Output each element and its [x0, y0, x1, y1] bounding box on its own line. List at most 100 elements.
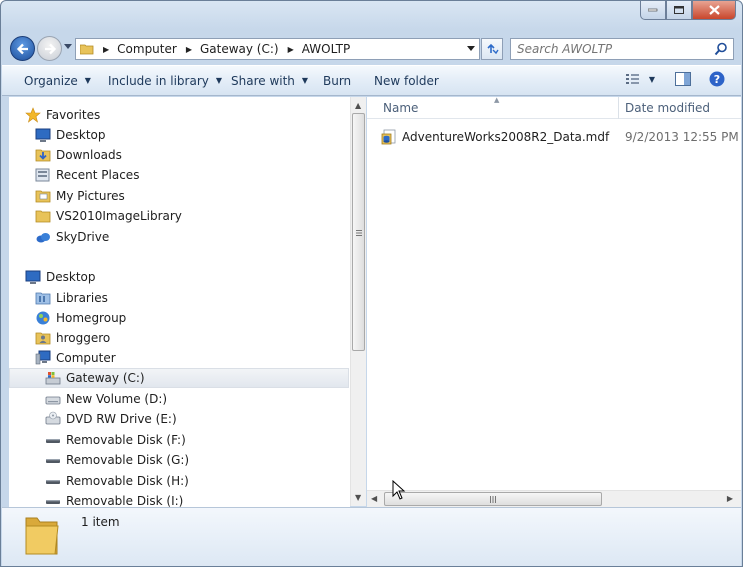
desktop-icon — [25, 269, 41, 285]
burn-label: Burn — [323, 73, 352, 88]
help-icon[interactable]: ? — [709, 71, 725, 87]
file-row[interactable]: AdventureWorks2008R2_Data.mdf 9/2/2013 1… — [381, 127, 741, 147]
nav-item-label: Desktop — [56, 128, 106, 142]
breadcrumb-separator[interactable]: ▶ — [186, 45, 192, 54]
column-divider[interactable] — [618, 97, 619, 119]
breadcrumb-separator[interactable]: ▶ — [288, 45, 294, 54]
nav-item-label: Downloads — [56, 148, 122, 162]
nav-item-new-volume-d[interactable]: New Volume (D:) — [45, 389, 167, 409]
nav-item-label: Removable Disk (I:) — [66, 494, 184, 507]
chevron-down-icon: ▼ — [301, 76, 309, 85]
computer-icon — [35, 350, 51, 366]
nav-item-homegroup[interactable]: Homegroup — [35, 308, 126, 328]
chevron-down-icon[interactable]: ▼ — [649, 75, 655, 84]
scroll-left-icon[interactable]: ◀ — [371, 494, 377, 503]
navigation-scrollbar[interactable]: ▲ ▼ — [350, 97, 366, 506]
include-in-library-button[interactable]: Include in library ▼ — [108, 66, 222, 95]
navigation-pane: Favorites Desktop Downloads Recent Place… — [9, 97, 350, 507]
new-folder-label: New folder — [374, 73, 439, 88]
maximize-icon — [673, 5, 684, 14]
nav-item-hroggero[interactable]: hroggero — [35, 328, 110, 348]
homegroup-icon — [35, 310, 51, 326]
share-with-label: Share with — [231, 73, 295, 88]
nav-item-removable-disk-h[interactable]: Removable Disk (H:) — [45, 471, 189, 491]
minimize-button[interactable] — [640, 1, 666, 20]
folder-icon — [80, 44, 94, 55]
mouse-cursor-icon — [392, 480, 406, 500]
scrollbar-thumb[interactable] — [352, 113, 365, 351]
nav-item-desktop[interactable]: Desktop — [35, 125, 106, 145]
address-bar[interactable]: ▶ Computer ▶ Gateway (C:) ▶ AWOLTP — [75, 38, 480, 60]
nav-desktop-header[interactable]: Desktop — [25, 267, 96, 287]
view-controls: ▼ ? — [625, 71, 725, 87]
column-header: ▲ Name Date modified — [367, 96, 741, 119]
breadcrumb-computer[interactable]: Computer — [117, 42, 177, 56]
organize-button[interactable]: Organize ▼ — [24, 66, 91, 95]
forward-button[interactable] — [37, 36, 62, 61]
scroll-up-icon[interactable]: ▲ — [355, 101, 361, 110]
sort-ascending-icon: ▲ — [494, 96, 500, 104]
nav-item-label: Removable Disk (G:) — [66, 453, 190, 467]
column-date-modified[interactable]: Date modified — [625, 101, 710, 115]
nav-item-label: Removable Disk (H:) — [66, 474, 189, 488]
star-icon — [25, 107, 41, 123]
nav-item-label: Homegroup — [56, 311, 127, 325]
search-input[interactable] — [517, 42, 707, 56]
refresh-icon — [487, 43, 499, 55]
nav-item-vs2010imagelibrary[interactable]: VS2010ImageLibrary — [35, 206, 182, 226]
nav-item-label: Removable Disk (F:) — [66, 433, 186, 447]
nav-item-computer[interactable]: Computer — [35, 348, 116, 368]
close-button[interactable] — [692, 1, 736, 20]
share-with-button[interactable]: Share with ▼ — [231, 66, 308, 95]
recent-pages-dropdown-icon[interactable] — [64, 44, 72, 50]
nav-item-removable-disk-f[interactable]: Removable Disk (F:) — [45, 430, 186, 450]
skydrive-icon — [35, 229, 51, 245]
removable-disk-icon — [45, 432, 61, 448]
nav-item-downloads[interactable]: Downloads — [35, 145, 122, 165]
column-name[interactable]: Name — [383, 101, 418, 115]
nav-item-removable-disk-g[interactable]: Removable Disk (G:) — [45, 450, 189, 470]
breadcrumb-gateway[interactable]: Gateway (C:) — [200, 42, 279, 56]
file-list-horizontal-scrollbar[interactable]: ◀ ▶ — [367, 490, 741, 507]
file-date-modified: 9/2/2013 12:55 PM — [625, 130, 739, 144]
folder-icon — [35, 208, 51, 224]
new-folder-button[interactable]: New folder — [374, 66, 439, 95]
scroll-right-icon[interactable]: ▶ — [727, 494, 733, 503]
nav-item-label: SkyDrive — [56, 230, 110, 244]
maximize-button[interactable] — [666, 1, 692, 20]
search-box[interactable] — [510, 38, 734, 60]
nav-item-removable-disk-i[interactable]: Removable Disk (I:) — [45, 491, 183, 507]
breadcrumb-awoltp[interactable]: AWOLTP — [302, 42, 350, 56]
nav-item-label: Libraries — [56, 291, 108, 305]
removable-disk-icon — [45, 452, 61, 468]
scrollbar-thumb[interactable] — [384, 492, 602, 506]
view-options-icon[interactable] — [625, 72, 641, 86]
caption-buttons — [640, 1, 736, 21]
burn-button[interactable]: Burn — [323, 66, 351, 95]
nav-item-label: Recent Places — [56, 168, 140, 182]
nav-item-skydrive[interactable]: SkyDrive — [35, 227, 109, 247]
recent-places-icon — [35, 167, 51, 183]
hard-drive-icon — [45, 391, 61, 407]
arrow-right-icon — [45, 43, 57, 55]
chevron-down-icon[interactable] — [467, 46, 475, 52]
svg-text:?: ? — [714, 73, 720, 86]
arrow-left-icon — [16, 43, 28, 55]
preview-pane-icon[interactable] — [675, 72, 691, 86]
pictures-folder-icon — [35, 188, 51, 204]
nav-item-libraries[interactable]: Libraries — [35, 288, 108, 308]
system-drive-icon — [45, 370, 61, 386]
nav-favorites-header[interactable]: Favorites — [25, 105, 100, 125]
scroll-down-icon[interactable]: ▼ — [355, 493, 361, 502]
breadcrumb-separator[interactable]: ▶ — [103, 45, 109, 54]
refresh-button[interactable] — [481, 38, 503, 60]
nav-item-label: New Volume (D:) — [66, 392, 168, 406]
nav-item-my-pictures[interactable]: My Pictures — [35, 186, 125, 206]
nav-item-recent-places[interactable]: Recent Places — [35, 165, 139, 185]
nav-item-gateway-c[interactable]: Gateway (C:) — [9, 368, 349, 388]
nav-item-label: VS2010ImageLibrary — [56, 209, 182, 223]
folder-icon — [25, 517, 59, 555]
search-icon[interactable] — [714, 42, 728, 56]
back-button[interactable] — [10, 36, 35, 61]
nav-item-dvd-rw-drive-e[interactable]: DVD RW Drive (E:) — [45, 409, 177, 429]
